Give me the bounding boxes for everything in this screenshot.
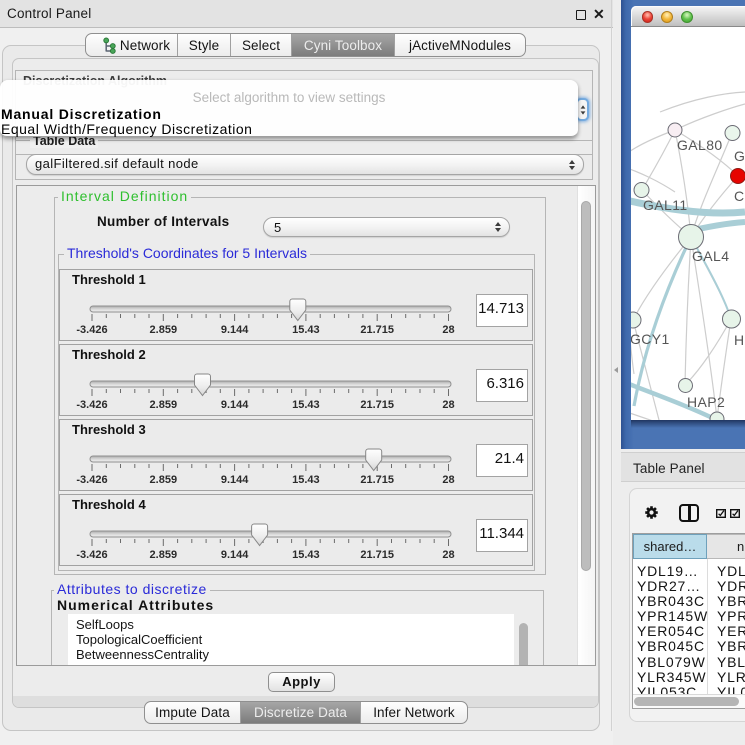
svg-text:21.715: 21.715 bbox=[360, 324, 394, 336]
svg-text:G.: G. bbox=[734, 148, 745, 164]
svg-text:15.43: 15.43 bbox=[292, 474, 320, 486]
svg-text:2.859: 2.859 bbox=[150, 549, 178, 561]
svg-text:GCY1: GCY1 bbox=[631, 331, 670, 347]
svg-text:28: 28 bbox=[442, 324, 454, 336]
svg-text:28: 28 bbox=[442, 549, 454, 561]
svg-text:-3.426: -3.426 bbox=[76, 474, 107, 486]
svg-text:9.144: 9.144 bbox=[221, 399, 249, 411]
svg-text:9.144: 9.144 bbox=[221, 549, 249, 561]
svg-text:C: C bbox=[734, 188, 745, 204]
svg-text:9.144: 9.144 bbox=[221, 474, 249, 486]
svg-text:21.715: 21.715 bbox=[360, 549, 394, 561]
svg-text:21.715: 21.715 bbox=[360, 474, 394, 486]
svg-text:15.43: 15.43 bbox=[292, 324, 320, 336]
svg-text:-3.426: -3.426 bbox=[76, 399, 107, 411]
svg-text:GAL80: GAL80 bbox=[677, 137, 723, 153]
svg-text:GAL11: GAL11 bbox=[643, 197, 688, 213]
svg-text:15.43: 15.43 bbox=[292, 549, 320, 561]
svg-text:15.43: 15.43 bbox=[292, 399, 320, 411]
svg-text:28: 28 bbox=[442, 399, 454, 411]
svg-text:2.859: 2.859 bbox=[150, 324, 178, 336]
svg-text:2.859: 2.859 bbox=[150, 474, 178, 486]
svg-text:2.859: 2.859 bbox=[150, 399, 178, 411]
svg-text:-3.426: -3.426 bbox=[76, 549, 107, 561]
svg-text:28: 28 bbox=[442, 474, 454, 486]
svg-text:9.144: 9.144 bbox=[221, 324, 249, 336]
svg-text:H: H bbox=[734, 332, 745, 348]
svg-text:HAP2: HAP2 bbox=[687, 394, 725, 410]
svg-text:GAL4: GAL4 bbox=[692, 248, 729, 264]
svg-text:-3.426: -3.426 bbox=[76, 324, 107, 336]
svg-text:21.715: 21.715 bbox=[360, 399, 394, 411]
